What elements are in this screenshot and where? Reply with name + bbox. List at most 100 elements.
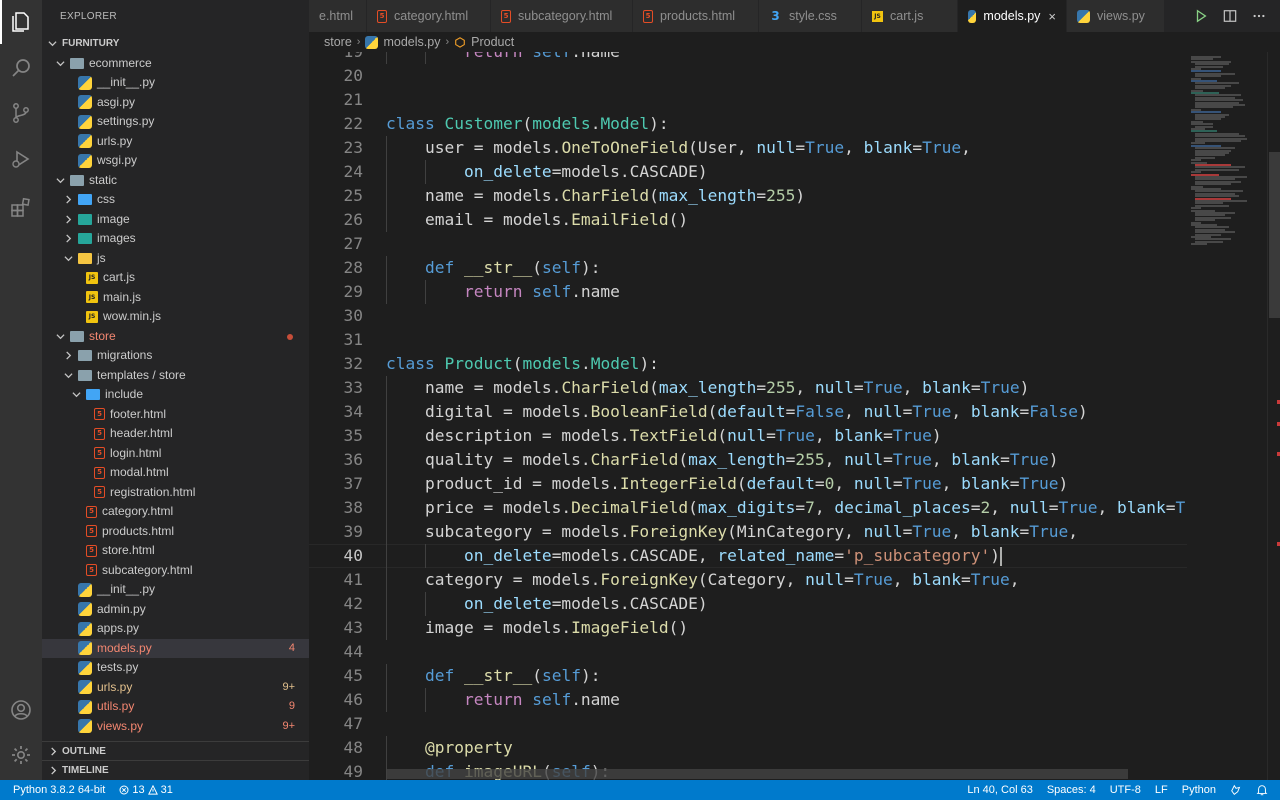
encoding[interactable]: UTF-8: [1103, 784, 1148, 796]
tree-file-utils-py[interactable]: utils.py 9: [42, 697, 309, 717]
code-token: product_id = models.: [386, 474, 620, 493]
code-token: ,: [1068, 522, 1079, 541]
tree-folder-store[interactable]: store: [42, 327, 309, 347]
horizontal-scrollbar[interactable]: [386, 769, 1128, 779]
tree-folder-include[interactable]: include: [42, 385, 309, 405]
tree-folder-image[interactable]: image: [42, 210, 309, 230]
tree-folder-furnitury[interactable]: FURNITURY: [42, 34, 309, 54]
split-editor-icon[interactable]: [1220, 6, 1240, 26]
tree-folder-static[interactable]: static: [42, 171, 309, 191]
css-file-icon: 3: [771, 9, 780, 23]
extensions-icon[interactable]: [0, 185, 42, 229]
breadcrumb-file[interactable]: models.py: [383, 35, 440, 49]
search-icon[interactable]: [0, 46, 42, 90]
tree-file-apps-py[interactable]: apps.py: [42, 619, 309, 639]
tree-file-footer-html[interactable]: 5 footer.html: [42, 405, 309, 425]
problems-indicator[interactable]: 13 31: [112, 784, 180, 796]
activity-bar: [0, 0, 42, 780]
tree-file-init-py[interactable]: __init__.py: [42, 580, 309, 600]
tab-cart-js[interactable]: JS cart.js: [862, 0, 958, 32]
source-control-icon[interactable]: [0, 91, 42, 135]
chevron-right-icon: [62, 233, 74, 245]
tree-file-settings-py[interactable]: settings.py: [42, 112, 309, 132]
more-actions-icon[interactable]: [1249, 6, 1269, 26]
tree-file-urls-py[interactable]: urls.py 9+: [42, 678, 309, 698]
tree-file-store-html[interactable]: 5 store.html: [42, 541, 309, 561]
vertical-scrollbar[interactable]: [1267, 52, 1280, 780]
code-token: default: [717, 402, 786, 421]
minimap[interactable]: [1187, 52, 1267, 780]
code-token: models: [522, 354, 581, 373]
error-icon: [119, 785, 129, 795]
notifications-bell-icon[interactable]: [1249, 784, 1280, 796]
tree-file-wsgi-py[interactable]: wsgi.py: [42, 151, 309, 171]
tree-file-init-py[interactable]: __init__.py: [42, 73, 309, 93]
timeline-section[interactable]: TIMELINE: [42, 760, 309, 780]
tree-file-login-html[interactable]: 5 login.html: [42, 444, 309, 464]
tree-folder-css[interactable]: css: [42, 190, 309, 210]
tree-file-tests-py[interactable]: tests.py: [42, 658, 309, 678]
tree-file-wow-min-js[interactable]: JS wow.min.js: [42, 307, 309, 327]
tab-products-html[interactable]: 5 products.html: [633, 0, 759, 32]
code-token: __str__: [463, 666, 533, 685]
code-editor[interactable]: 19 return self.name202122class Customer(…: [309, 52, 1187, 780]
tree-file-main-js[interactable]: JS main.js: [42, 288, 309, 308]
explorer-files-icon[interactable]: [0, 0, 42, 44]
tree-file-products-html[interactable]: 5 products.html: [42, 522, 309, 542]
tree-file-modal-html[interactable]: 5 modal.html: [42, 463, 309, 483]
tree-file-header-html[interactable]: 5 header.html: [42, 424, 309, 444]
tab-views-py[interactable]: views.py: [1067, 0, 1165, 32]
folder-icon: [78, 349, 92, 363]
tree-file-cart-js[interactable]: JS cart.js: [42, 268, 309, 288]
python-interpreter[interactable]: Python 3.8.2 64-bit: [0, 784, 112, 796]
tab-subcategory-html[interactable]: 5 subcategory.html: [491, 0, 633, 32]
code-line: 45 def __str__(self):: [309, 664, 1187, 688]
javascript-file-icon: JS: [86, 271, 98, 284]
code-token: =: [1019, 522, 1030, 541]
breadcrumb-folder[interactable]: store: [324, 35, 352, 49]
tree-file-urls-py[interactable]: urls.py: [42, 132, 309, 152]
cursor-position[interactable]: Ln 40, Col 63: [960, 784, 1039, 796]
tree-file-asgi-py[interactable]: asgi.py: [42, 93, 309, 113]
end-of-line[interactable]: LF: [1148, 784, 1175, 796]
code-line: 32 class Product(models.Model):: [309, 352, 1187, 376]
close-tab-icon[interactable]: ×: [1048, 9, 1056, 24]
python-file-icon: [78, 699, 92, 714]
account-icon[interactable]: [0, 688, 42, 732]
run-python-file-icon[interactable]: [1191, 6, 1211, 26]
tab-e-html[interactable]: e.html: [309, 0, 367, 32]
tree-file-admin-py[interactable]: admin.py: [42, 600, 309, 620]
code-token: models: [532, 114, 591, 133]
line-number: 41: [343, 570, 364, 589]
breadcrumb-symbol[interactable]: Product: [471, 35, 514, 49]
scrollbar-thumb[interactable]: [1269, 152, 1280, 318]
feedback-icon[interactable]: [1223, 784, 1249, 796]
breadcrumb: store › models.py › Product: [309, 32, 1187, 52]
tree-item-label: main.js: [103, 289, 142, 304]
tree-folder-js[interactable]: js: [42, 249, 309, 269]
tree-file-category-html[interactable]: 5 category.html: [42, 502, 309, 522]
tree-folder-ecommerce[interactable]: ecommerce: [42, 54, 309, 74]
code-token: ):: [639, 354, 659, 373]
tree-file-subcategory-html[interactable]: 5 subcategory.html: [42, 561, 309, 581]
tab-style-css[interactable]: 3 style.css: [759, 0, 862, 32]
tree-file-models-py[interactable]: models.py 4: [42, 638, 309, 658]
outline-section[interactable]: OUTLINE: [42, 741, 309, 761]
tree-file-views-py[interactable]: views.py 9+: [42, 717, 309, 737]
tree-folder-migrations[interactable]: migrations: [42, 346, 309, 366]
code-token: =: [961, 570, 971, 589]
settings-gear-icon[interactable]: [0, 733, 42, 777]
run-debug-icon[interactable]: [0, 137, 42, 181]
tab-category-html[interactable]: 5 category.html: [367, 0, 491, 32]
language-mode[interactable]: Python: [1175, 784, 1223, 796]
tree-folder-images[interactable]: images: [42, 229, 309, 249]
tree-file-registration-html[interactable]: 5 registration.html: [42, 483, 309, 503]
tree-folder-templates-store[interactable]: templates / store: [42, 366, 309, 386]
tab-models-py[interactable]: models.py ×: [958, 0, 1067, 32]
indentation[interactable]: Spaces: 4: [1040, 784, 1103, 796]
chevron-right-icon: [46, 764, 60, 778]
code-token: ,: [951, 402, 971, 421]
